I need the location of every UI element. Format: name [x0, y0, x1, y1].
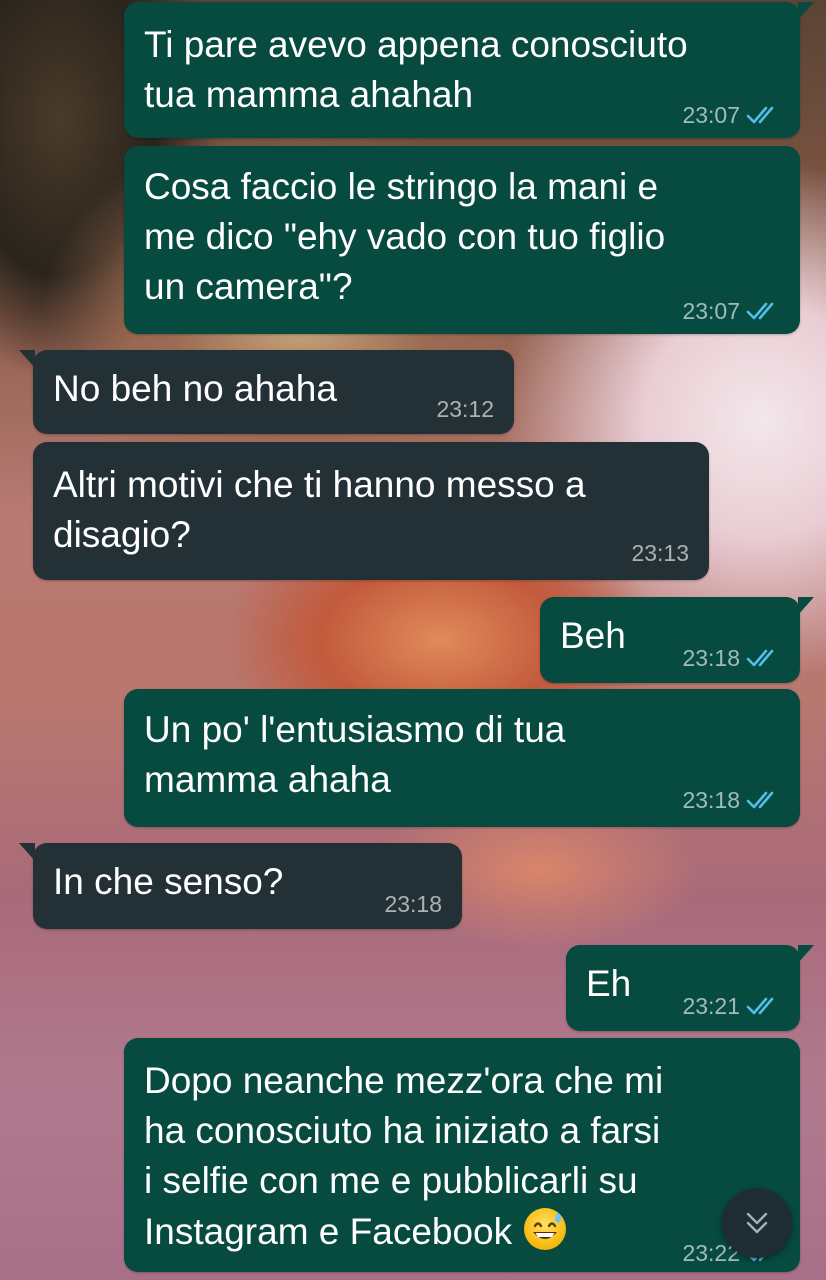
message-meta: 23:13	[631, 540, 689, 566]
message-meta: 23:07	[682, 102, 780, 128]
message-time: 23:12	[436, 396, 494, 422]
message-line: ha conosciuto ha iniziato a farsi	[144, 1110, 661, 1151]
scroll-to-bottom-button[interactable]	[722, 1188, 792, 1258]
message-meta: 23:12	[436, 396, 494, 422]
message-meta: 23:18	[384, 891, 442, 917]
double-check-icon	[746, 649, 774, 667]
outgoing-message[interactable]: Cosa faccio le stringo la mani e me dico…	[124, 146, 800, 334]
outgoing-message[interactable]: Dopo neanche mezz'ora che mi ha conosciu…	[124, 1038, 800, 1272]
outgoing-message[interactable]: Beh 23:18	[540, 597, 814, 683]
incoming-message[interactable]: In che senso? 23:18	[19, 843, 462, 929]
message-meta: 23:21	[682, 993, 780, 1019]
message-line: Dopo neanche mezz'ora che mi	[144, 1060, 664, 1101]
message-line: Cosa faccio le stringo la mani e	[144, 166, 659, 207]
double-check-icon	[746, 106, 774, 124]
outgoing-message[interactable]: Eh 23:21	[566, 945, 814, 1031]
message-time: 23:18	[384, 891, 442, 917]
message-line: Beh	[560, 615, 626, 656]
grinning-face-with-sweat-icon	[524, 1208, 567, 1250]
double-check-icon	[746, 997, 774, 1015]
message-meta: 23:07	[682, 298, 780, 324]
message-meta: 23:18	[682, 787, 780, 813]
message-time: 23:13	[631, 540, 689, 566]
double-check-icon	[746, 302, 774, 320]
message-line: Ti pare avevo appena conosciuto	[144, 24, 688, 65]
message-line: mamma ahaha	[144, 759, 391, 800]
message-time: 23:18	[682, 787, 740, 813]
message-line: Altri motivi che ti hanno messo a	[53, 464, 586, 505]
message-line: Un po' l'entusiasmo di tua	[144, 709, 566, 750]
message-time: 23:18	[682, 645, 740, 671]
message-line: me dico "ehy vado con tuo figlio	[144, 216, 666, 257]
message-time: 23:21	[682, 993, 740, 1019]
message-time: 23:07	[682, 298, 740, 324]
message-meta: 23:18	[682, 645, 780, 671]
message-line: Eh	[586, 963, 632, 1004]
outgoing-message[interactable]: Ti pare avevo appena conosciuto tua mamm…	[124, 2, 814, 138]
message-line: un camera"?	[144, 266, 353, 307]
incoming-message[interactable]: Altri motivi che ti hanno messo a disagi…	[33, 442, 709, 580]
outgoing-message[interactable]: Un po' l'entusiasmo di tua mamma ahaha 2…	[124, 689, 800, 827]
message-line: In che senso?	[53, 861, 284, 902]
chevron-down-icon	[746, 1212, 768, 1234]
incoming-message[interactable]: No beh no ahaha 23:12	[19, 350, 514, 434]
double-check-icon	[746, 791, 774, 809]
message-line: Instagram e Facebook	[144, 1211, 513, 1252]
message-line: i selfie con me e pubblicarli su	[144, 1160, 638, 1201]
message-time: 23:07	[682, 102, 740, 128]
message-line: disagio?	[53, 514, 191, 555]
message-line: tua mamma ahahah	[144, 74, 474, 115]
message-line: No beh no ahaha	[53, 368, 337, 409]
